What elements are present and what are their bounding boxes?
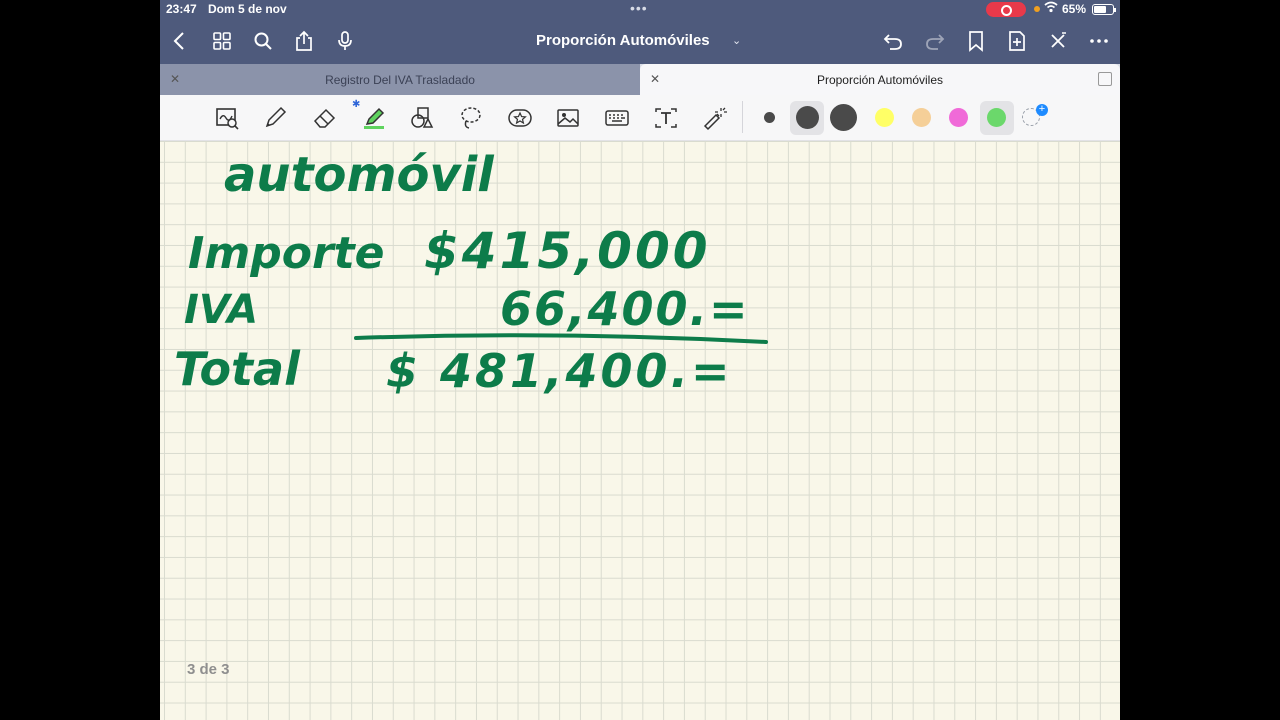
text-box-icon[interactable] [651,103,681,133]
top-bar: 23:47 Dom 5 de nov ••• 65% Proporción Au… [160,0,1120,64]
tab-label: Proporción Automóviles [816,72,944,87]
more-options-icon[interactable] [1086,28,1112,54]
status-time: 23:47 [166,2,197,16]
redo-icon[interactable] [922,28,948,54]
color-swatch-yellow[interactable] [875,108,894,127]
color-swatch-green[interactable] [987,108,1006,127]
status-date: Dom 5 de nov [208,2,287,16]
row-label-total: Total [174,342,301,396]
battery-percent: 65% [1062,2,1087,16]
pen-size-medium[interactable] [796,106,819,129]
highlighter-icon[interactable] [359,103,389,133]
pen-icon[interactable] [260,103,290,133]
battery-icon [1092,4,1116,15]
add-page-icon[interactable] [1004,28,1030,54]
toolbar-divider [742,101,743,133]
zoom-select-icon[interactable] [212,103,242,133]
back-icon[interactable] [167,28,193,54]
goodnotes-screen: 23:47 Dom 5 de nov ••• 65% Proporción Au… [160,0,1120,720]
page-counter: 3 de 3 [187,661,230,678]
split-view-icon[interactable] [1098,72,1112,86]
eraser-icon[interactable] [310,103,340,133]
tab-registro-iva[interactable]: ✕ Registro Del IVA Trasladado [160,64,640,95]
shapes-icon[interactable] [407,103,437,133]
microphone-icon[interactable] [332,28,358,54]
close-tab-icon[interactable]: ✕ [650,72,660,86]
document-tab-bar: ✕ Registro Del IVA Trasladado ✕ Proporci… [160,64,1120,95]
wifi-icon [1044,1,1058,16]
color-swatch-dark-gray[interactable] [830,104,857,131]
multitasking-dots-icon[interactable]: ••• [630,0,648,16]
undo-icon[interactable] [880,28,906,54]
handwritten-heading: automóvil [224,147,494,203]
close-editing-icon[interactable] [1045,28,1071,54]
row-value-importe: $415,000 [424,222,711,280]
drawing-toolbar: ✱ + [160,95,1120,141]
row-value-iva: 66,400.= [500,282,750,336]
pen-size-small[interactable] [764,112,775,123]
grid-view-icon[interactable] [209,28,235,54]
tab-proporcion-automoviles[interactable]: ✕ Proporción Automóviles [640,64,1120,95]
tab-label: Registro Del IVA Trasladado [325,72,475,87]
mic-in-use-indicator-icon [1034,6,1040,12]
row-label-iva: IVA [184,287,258,333]
laser-pointer-icon[interactable] [700,103,730,133]
color-swatch-peach[interactable] [912,108,931,127]
document-title[interactable]: Proporción Automóviles [536,32,710,49]
search-icon[interactable] [250,28,276,54]
handwriting-layer: automóvil Importe $415,000 IVA 66,400.= … [174,147,768,398]
row-value-total: $ 481,400.= [386,344,733,398]
share-icon[interactable] [291,28,317,54]
sticker-icon[interactable] [505,103,535,133]
color-swatch-pink[interactable] [949,108,968,127]
row-label-importe: Importe [188,228,385,279]
sum-underline [354,333,768,344]
notebook-page[interactable]: automóvil Importe $415,000 IVA 66,400.= … [160,141,1120,720]
close-tab-icon[interactable]: ✕ [170,72,180,86]
screen-recording-icon[interactable] [986,2,1026,17]
bookmark-icon[interactable] [963,28,989,54]
image-icon[interactable] [553,103,583,133]
chevron-down-icon[interactable]: ⌄ [732,34,741,47]
lasso-icon[interactable] [456,103,486,133]
keyboard-icon[interactable] [602,103,632,133]
add-color-plus-icon[interactable]: + [1036,104,1048,116]
